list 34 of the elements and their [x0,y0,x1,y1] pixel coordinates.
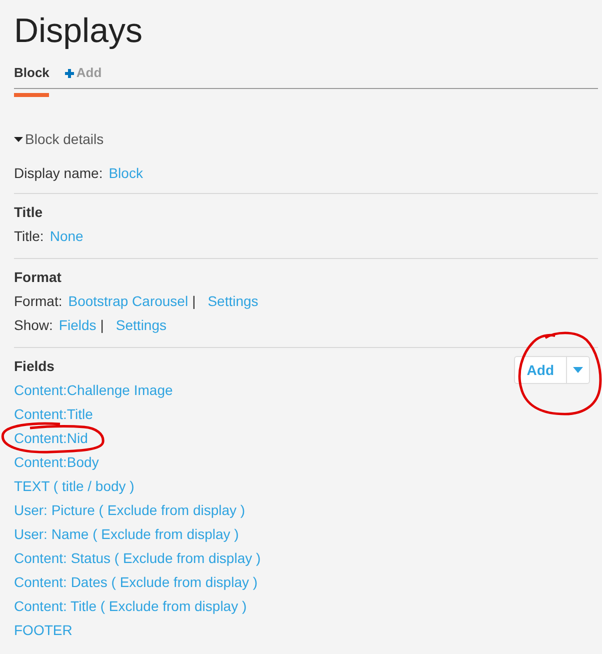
page-title: Displays [14,11,144,52]
display-name-link[interactable]: Block [108,161,143,185]
setting-link[interactable]: None [50,224,84,248]
field-link[interactable]: TEXT ( title / body ) [14,474,134,498]
field-link[interactable]: Content:Title [14,402,93,426]
field-link[interactable]: User: Picture ( Exclude from display ) [14,498,246,522]
section-heading: Title [14,203,43,222]
field-link[interactable]: Content: Title ( Exclude from display ) [14,594,247,618]
field-label: Display name: [14,164,103,183]
field-link[interactable]: Content:Challenge Image [14,378,173,402]
details-toggle[interactable]: Block details [14,131,104,147]
settings-link[interactable]: Settings [208,289,258,313]
field-label: Show: [14,316,53,335]
field-link[interactable]: User: Name ( Exclude from display ) [14,522,239,546]
section-heading: Fields [14,357,54,376]
display-tab[interactable]: Block [14,64,50,97]
settings-link[interactable]: Settings [116,313,167,337]
caret-icon [573,367,583,373]
setting-link[interactable]: Bootstrap Carousel [68,289,188,313]
section-heading: Format [14,268,62,287]
field-link[interactable]: FOOTER [14,618,72,642]
field-link[interactable]: Content: Status ( Exclude from display ) [14,546,261,570]
field-link[interactable]: Content:Nid [14,426,88,450]
field-link[interactable]: Content:Body [14,450,99,474]
field-label: Format: [14,292,62,311]
setting-link[interactable]: Fields [58,313,96,337]
plus-icon [65,69,74,78]
separator: | [192,292,196,311]
field-link[interactable]: Content: Dates ( Exclude from display ) [14,570,258,594]
add-display-tab[interactable]: Add [65,64,102,97]
caret-down-icon [14,136,23,142]
add-button[interactable]: Add [514,356,590,384]
field-label: Title: [14,227,44,246]
separator: | [100,316,104,335]
